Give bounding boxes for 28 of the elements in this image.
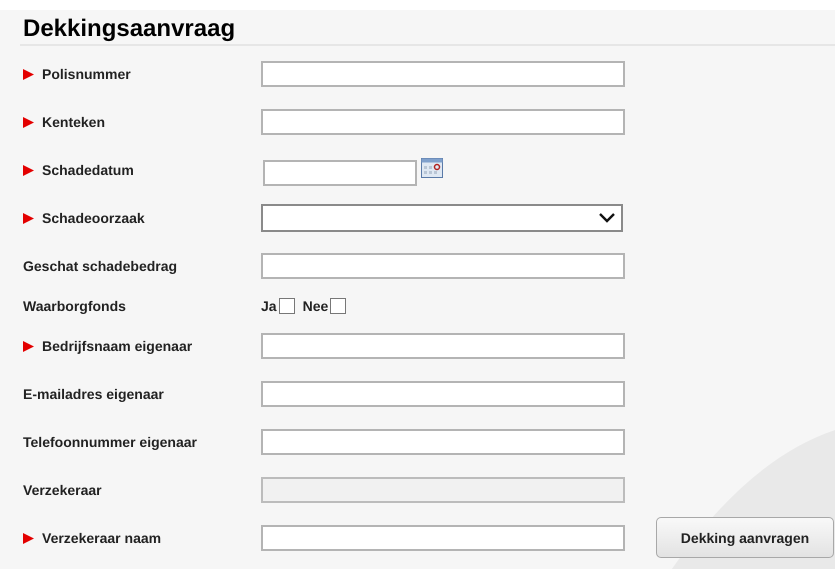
date-field[interactable] [263,160,417,186]
option-label: Nee [302,298,328,314]
form-title: Dekkingsaanvraag [23,14,236,44]
input-field[interactable] [261,381,625,407]
input-field[interactable] [261,61,625,87]
option-label: Ja [261,298,277,314]
checkbox[interactable] [330,298,346,314]
input-field[interactable] [261,525,625,551]
field-label: Polisnummer [42,66,131,82]
field-label: Waarborgfonds [23,298,126,314]
input-field[interactable] [261,429,625,455]
field-label: Kenteken [42,114,106,130]
calendar-icon[interactable] [421,158,443,178]
chevron-down-icon [599,213,615,223]
dropdown-field[interactable] [261,204,623,232]
checkbox[interactable] [278,298,295,314]
submit-button[interactable]: Dekking aanvragen [656,517,834,558]
field-label: Geschat schadebedrag [23,258,178,274]
field-label: Bedrijfsnaam eigenaar [42,338,192,354]
field-label: Schadeoorzaak [42,210,145,226]
field-label: Verzekeraar [23,482,102,498]
input-field[interactable] [261,333,625,359]
field-label: Telefoonnummer eigenaar [23,434,198,450]
field-label: Schadedatum [42,162,134,178]
input-field[interactable] [261,253,625,279]
field-label: E-mailadres eigenaar [23,386,164,402]
input-field[interactable] [261,109,625,135]
field-label: Verzekeraar naam [42,530,162,546]
